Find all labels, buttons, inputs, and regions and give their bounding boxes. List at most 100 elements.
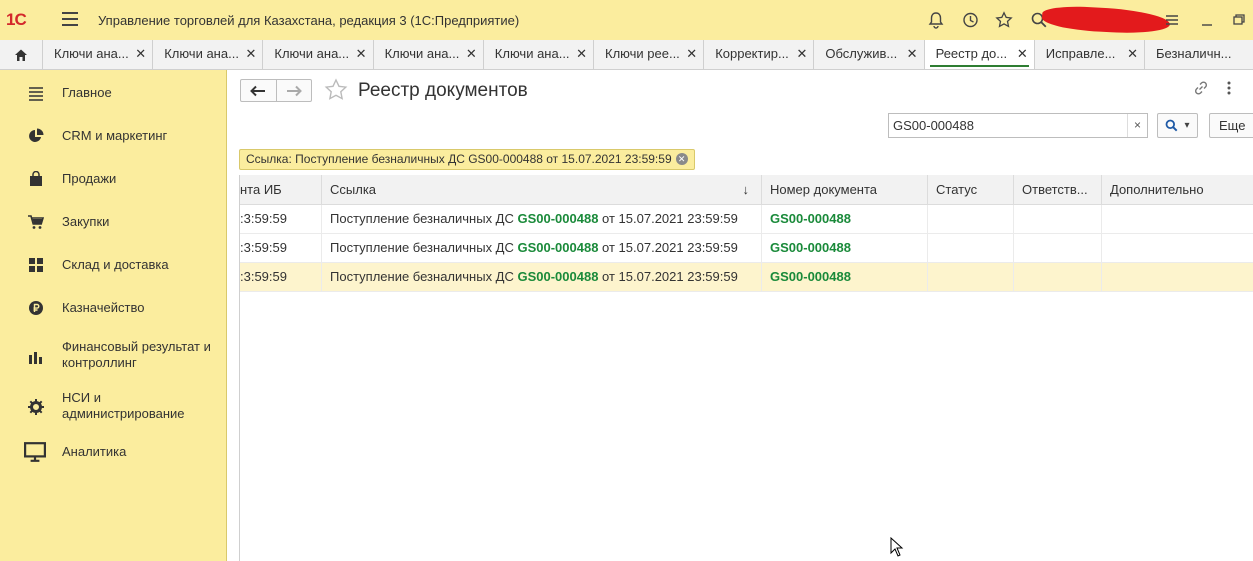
forward-arrow-icon[interactable]	[277, 80, 312, 101]
sidebar-item-label: Продажи	[62, 171, 117, 186]
search-button[interactable]: ▾	[1157, 113, 1198, 138]
search-field: ×	[888, 113, 1148, 138]
tab-item[interactable]: Корректир... ✕	[704, 40, 815, 69]
link-icon[interactable]	[1193, 80, 1209, 101]
active-filter-chip[interactable]: Ссылка: Поступление безналичных ДС GS00-…	[239, 149, 695, 170]
monitor-icon	[24, 442, 46, 462]
tab-item[interactable]: Обслужив... ✕	[814, 40, 925, 69]
gear-icon	[28, 399, 44, 415]
tab-item[interactable]: Ключи ана... ✕	[43, 40, 154, 69]
search-icon	[1166, 119, 1178, 132]
ref-text: от 15.07.2021 23:59:59	[598, 269, 738, 284]
ref-doc-number: GS00-000488	[517, 211, 599, 226]
close-tab-icon[interactable]: ✕	[907, 40, 918, 68]
cell-responsible	[1014, 234, 1102, 262]
column-header-responsible[interactable]: Ответств...	[1014, 175, 1102, 205]
sidebar-item-label: Главное	[62, 85, 112, 100]
sidebar-item-label: Казначейство	[62, 300, 145, 315]
cell-status	[928, 205, 1014, 233]
hamburger-menu-icon[interactable]	[1163, 11, 1181, 29]
tab-item[interactable]: Безналичн...	[1145, 40, 1253, 69]
shopping-bag-icon	[30, 171, 42, 186]
close-tab-icon[interactable]: ✕	[466, 40, 477, 68]
ruble-coin-icon	[29, 301, 43, 315]
cell-ref: Поступление безналичных ДС GS00-000488 о…	[322, 234, 762, 262]
column-header-status[interactable]: Статус	[928, 175, 1014, 205]
column-header-label: Ссылка	[330, 182, 377, 197]
column-header-ref[interactable]: Ссылка ↓	[322, 175, 762, 205]
search-input[interactable]	[893, 118, 1123, 133]
tab-label: Безналичн...	[1156, 46, 1232, 61]
ref-text: Поступление безналичных ДС	[330, 240, 518, 255]
close-tab-icon[interactable]: ✕	[245, 40, 256, 68]
close-tab-icon[interactable]: ✕	[796, 40, 807, 68]
chevron-down-icon: ▾	[1184, 120, 1190, 131]
cell-time: :3:59:59	[240, 263, 322, 291]
home-tab[interactable]	[0, 40, 43, 69]
page-title: Реестр документов	[358, 80, 528, 101]
pie-chart-icon	[29, 128, 44, 142]
tab-item[interactable]: Ключи рее... ✕	[594, 40, 705, 69]
tab-label: Ключи ана...	[494, 46, 570, 61]
cell-additional	[1102, 205, 1253, 233]
cell-time: :3:59:59	[240, 205, 322, 233]
clear-search-button[interactable]: ×	[1127, 114, 1147, 137]
back-arrow-icon[interactable]	[241, 80, 277, 101]
favorites-star-icon[interactable]	[995, 11, 1013, 29]
more-vertical-icon[interactable]	[1226, 80, 1232, 101]
tab-item[interactable]: Ключи ана... ✕	[374, 40, 484, 69]
tab-label: Ключи ана...	[54, 46, 129, 61]
cell-ref: Поступление безналичных ДС GS00-000488 о…	[322, 263, 762, 291]
close-tab-icon[interactable]: ✕	[1127, 40, 1138, 68]
add-to-favorites-star-icon[interactable]	[324, 78, 348, 107]
more-button[interactable]: Еще	[1209, 113, 1253, 138]
ref-text: от 15.07.2021 23:59:59	[598, 211, 738, 226]
sidebar-item-label: Закупки	[62, 214, 110, 229]
column-header-additional[interactable]: Дополнительно	[1102, 175, 1253, 205]
sort-descending-icon: ↓	[742, 182, 750, 197]
close-tab-icon[interactable]: ✕	[1017, 40, 1028, 68]
table-row[interactable]: :3:59:59 Поступление безналичных ДС GS00-…	[240, 205, 1253, 234]
cell-responsible	[1014, 205, 1102, 233]
close-tab-icon[interactable]: ✕	[576, 40, 587, 68]
sidebar: Главное CRM и маркетинг Продажи Закупки …	[0, 70, 227, 561]
sidebar-item-label: НСИ и администрирование	[62, 390, 185, 421]
bell-icon[interactable]	[927, 11, 945, 29]
history-icon[interactable]	[961, 11, 979, 29]
column-header-number[interactable]: Номер документа	[762, 175, 928, 205]
table-row[interactable]: :3:59:59 Поступление безналичных ДС GS00-…	[240, 234, 1253, 263]
app-logo[interactable]: 1С	[6, 10, 27, 30]
ref-text: Поступление безналичных ДС	[330, 211, 518, 226]
close-tab-icon[interactable]: ✕	[135, 40, 146, 68]
navigation-buttons	[240, 79, 312, 102]
close-tab-icon[interactable]: ✕	[356, 40, 367, 68]
minimize-icon[interactable]	[1198, 11, 1216, 29]
home-icon	[15, 49, 27, 61]
cell-doc-number: GS00-000488	[762, 205, 928, 233]
column-header-date[interactable]: нта ИБ	[240, 175, 322, 205]
tab-label: Обслужив...	[825, 46, 898, 61]
ref-text: Поступление безналичных ДС	[330, 269, 518, 284]
ref-doc-number: GS00-000488	[517, 240, 599, 255]
tab-item[interactable]: Ключи ана... ✕	[263, 40, 374, 69]
tab-item[interactable]: Ключи ана... ✕	[484, 40, 594, 69]
table-row[interactable]: :3:59:59 Поступление безналичных ДС GS00-…	[240, 263, 1253, 292]
menu-lines-icon	[29, 87, 43, 101]
main-menu-button[interactable]	[62, 12, 78, 26]
tab-label: Исправле...	[1045, 46, 1116, 61]
tab-item[interactable]: Ключи ана... ✕	[153, 40, 264, 69]
tab-item[interactable]: Реестр до... ✕	[924, 40, 1035, 69]
ref-doc-number: GS00-000488	[517, 269, 599, 284]
restore-window-icon[interactable]	[1230, 11, 1248, 29]
tab-label: Корректир...	[715, 46, 789, 61]
tab-item[interactable]: Исправле... ✕	[1035, 40, 1145, 69]
close-tab-icon[interactable]: ✕	[686, 40, 697, 68]
remove-filter-icon[interactable]: ✕	[675, 153, 688, 165]
cell-doc-number: GS00-000488	[762, 263, 928, 291]
mouse-cursor-icon	[890, 537, 904, 557]
main-content: Реестр документов × ▾ Еще Ссылка: Поступ…	[228, 70, 1253, 561]
redacted-user-name	[1041, 4, 1171, 36]
tab-label: Ключи ана...	[274, 46, 350, 61]
tab-bar: Ключи ана... ✕ Ключи ана... ✕ Ключи ана... ✕ К…	[0, 40, 1253, 70]
cell-status	[928, 234, 1014, 262]
